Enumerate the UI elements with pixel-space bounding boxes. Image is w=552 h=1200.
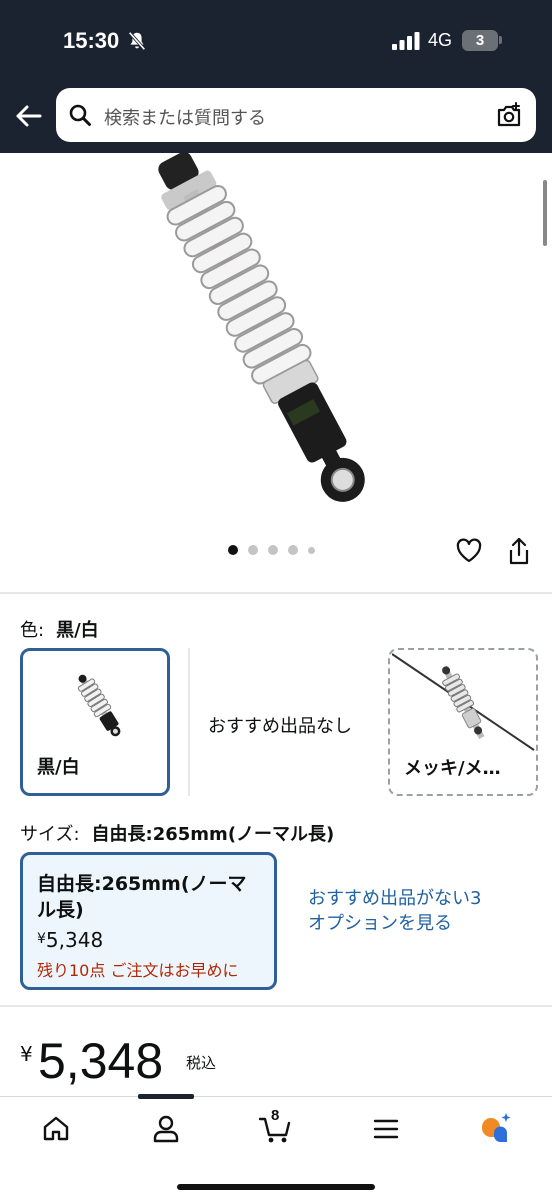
camera-search-icon[interactable] [495,101,523,129]
swatch-label: 黒/白 [37,757,80,778]
cart-button[interactable]: 8 [258,1107,294,1147]
account-icon[interactable] [148,1111,184,1147]
top-bar: 15:30 4G 3 検索または質問する [0,0,552,153]
size-option-price: ¥5,348 [37,928,103,952]
size-label: サイズ: [20,824,80,845]
menu-icon[interactable] [368,1111,404,1147]
swatch-label: メッキ/メ… [404,758,501,779]
pagination-dot[interactable] [288,545,298,555]
signal-icon [392,32,420,50]
battery-tip [499,36,502,44]
color-option-black-white[interactable]: 黒/白 [20,648,170,796]
cart-count: 8 [271,1107,280,1124]
pagination-dot[interactable] [248,545,258,555]
size-selected-value: 自由長:265mm(ノーマル長) [91,824,335,845]
heart-icon[interactable] [455,537,483,565]
section-divider [0,592,552,594]
bell-slash-icon [128,31,146,51]
status-time: 15:30 [63,28,120,53]
network-type: 4G [428,30,453,50]
color-label: 色: [20,620,45,641]
swatch-thumbnail [77,674,121,737]
search-input[interactable]: 検索または質問する [104,104,266,130]
shock-absorber-image [158,153,365,502]
battery-icon: 3 [462,30,498,51]
price-currency: ¥ [20,1042,33,1066]
size-price-symbol: ¥ [37,931,46,947]
swatch-divider [188,648,190,796]
search-bar[interactable]: 検索または質問する [56,88,536,142]
status-bar: 15:30 4G 3 [0,0,552,80]
tax-note: 税込 [186,1054,217,1072]
price-amount: 5,348 [38,1033,164,1089]
pagination-dot[interactable] [228,545,238,555]
no-recommended-offer: おすすめ出品なし [208,716,352,737]
more-options-link[interactable]: おすすめ出品がない3オプションを見る [308,886,488,936]
rufus-icon[interactable] [478,1111,514,1147]
search-icon[interactable] [68,103,92,127]
pagination-dot[interactable] [308,546,315,554]
pagination-dot[interactable] [268,545,278,555]
product-image[interactable] [0,153,552,593]
size-price-value: 5,348 [45,928,104,952]
color-row-label: 色: 黒/白 [20,616,99,642]
color-option-chrome[interactable]: メッキ/メ… [388,648,538,796]
active-tab-indicator [138,1094,194,1099]
back-arrow-icon[interactable] [14,102,42,130]
home-indicator [177,1184,375,1190]
product-page: 15:30 4G 3 検索または質問する 色: 黒/白 黒/白 おすすめ出品なし… [0,0,552,1200]
size-option-selected[interactable]: 自由長:265mm(ノーマル長) ¥5,348 残り10点 ご注文はお早めに [20,852,277,990]
image-pagination[interactable] [228,544,325,556]
stock-warning: 残り10点 ご注文はお早めに [37,961,239,980]
color-selected-value: 黒/白 [56,620,99,641]
home-icon[interactable] [38,1111,74,1147]
swatch-thumbnail [392,653,535,751]
size-row-label: サイズ: 自由長:265mm(ノーマル長) [20,820,334,846]
share-icon[interactable] [507,536,531,566]
size-option-name: 自由長:265mm(ノーマル長) [37,873,247,921]
scrollbar[interactable] [543,180,547,246]
section-divider [0,1005,552,1007]
